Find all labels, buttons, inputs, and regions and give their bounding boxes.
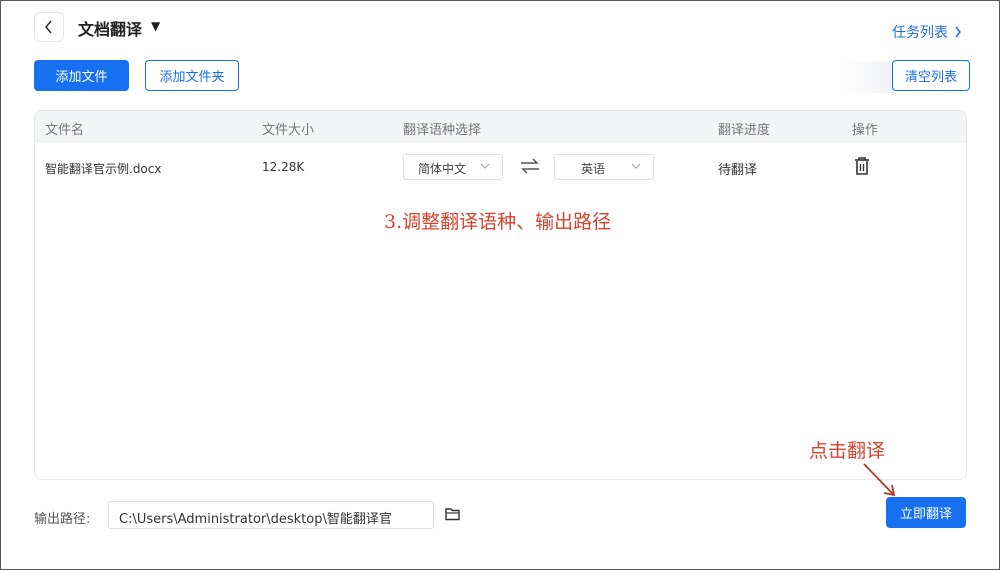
column-action: 操作	[852, 123, 879, 138]
chevron-down-icon	[480, 163, 490, 169]
annotation-step3: 3.调整翻译语种、输出路径	[384, 211, 612, 233]
chevron-right-icon	[955, 26, 961, 38]
column-progress: 翻译进度	[718, 123, 771, 138]
chevron-down-icon	[631, 163, 641, 169]
app-window: 文档翻译 ▼ 任务列表 添加文件 添加文件夹 清空列表 文件名 文件大小 翻译语…	[0, 0, 1000, 570]
output-path-label: 输出路径:	[34, 512, 91, 527]
translate-now-button[interactable]: 立即翻译	[886, 497, 966, 528]
arrow-icon	[863, 463, 896, 497]
back-icon	[44, 20, 52, 34]
source-language-value: 简体中文	[418, 162, 467, 176]
file-name: 智能翻译官示例.docx	[45, 162, 162, 176]
caret-down-icon[interactable]: ▼	[151, 19, 160, 33]
translation-status: 待翻译	[718, 163, 758, 178]
swap-icon[interactable]	[519, 158, 541, 174]
trash-icon[interactable]	[853, 156, 871, 176]
column-filename: 文件名	[45, 123, 85, 138]
source-language-select[interactable]: 简体中文	[403, 154, 503, 180]
clear-list-button[interactable]: 清空列表	[892, 60, 970, 91]
target-language-select[interactable]: 英语	[554, 154, 654, 180]
folder-icon[interactable]	[445, 507, 461, 521]
toolbar-fade	[839, 61, 894, 93]
table-header: 文件名 文件大小 翻译语种选择 翻译进度 操作	[35, 111, 966, 143]
task-list-label: 任务列表	[892, 25, 948, 41]
add-folder-button[interactable]: 添加文件夹	[145, 60, 239, 91]
add-file-button[interactable]: 添加文件	[34, 60, 129, 91]
column-filesize: 文件大小	[262, 123, 315, 138]
annotation-click-translate: 点击翻译	[809, 440, 886, 462]
page-title[interactable]: 文档翻译	[78, 16, 142, 40]
file-size: 12.28K	[262, 160, 305, 174]
task-list-link[interactable]: 任务列表	[892, 22, 962, 42]
file-table: 文件名 文件大小 翻译语种选择 翻译进度 操作 智能翻译官示例.docx 12.…	[34, 110, 967, 480]
back-button[interactable]	[34, 12, 64, 42]
output-path-field[interactable]: C:\Users\Administrator\desktop\智能翻译官	[108, 501, 434, 529]
target-language-value: 英语	[581, 162, 606, 176]
column-language: 翻译语种选择	[403, 123, 482, 138]
